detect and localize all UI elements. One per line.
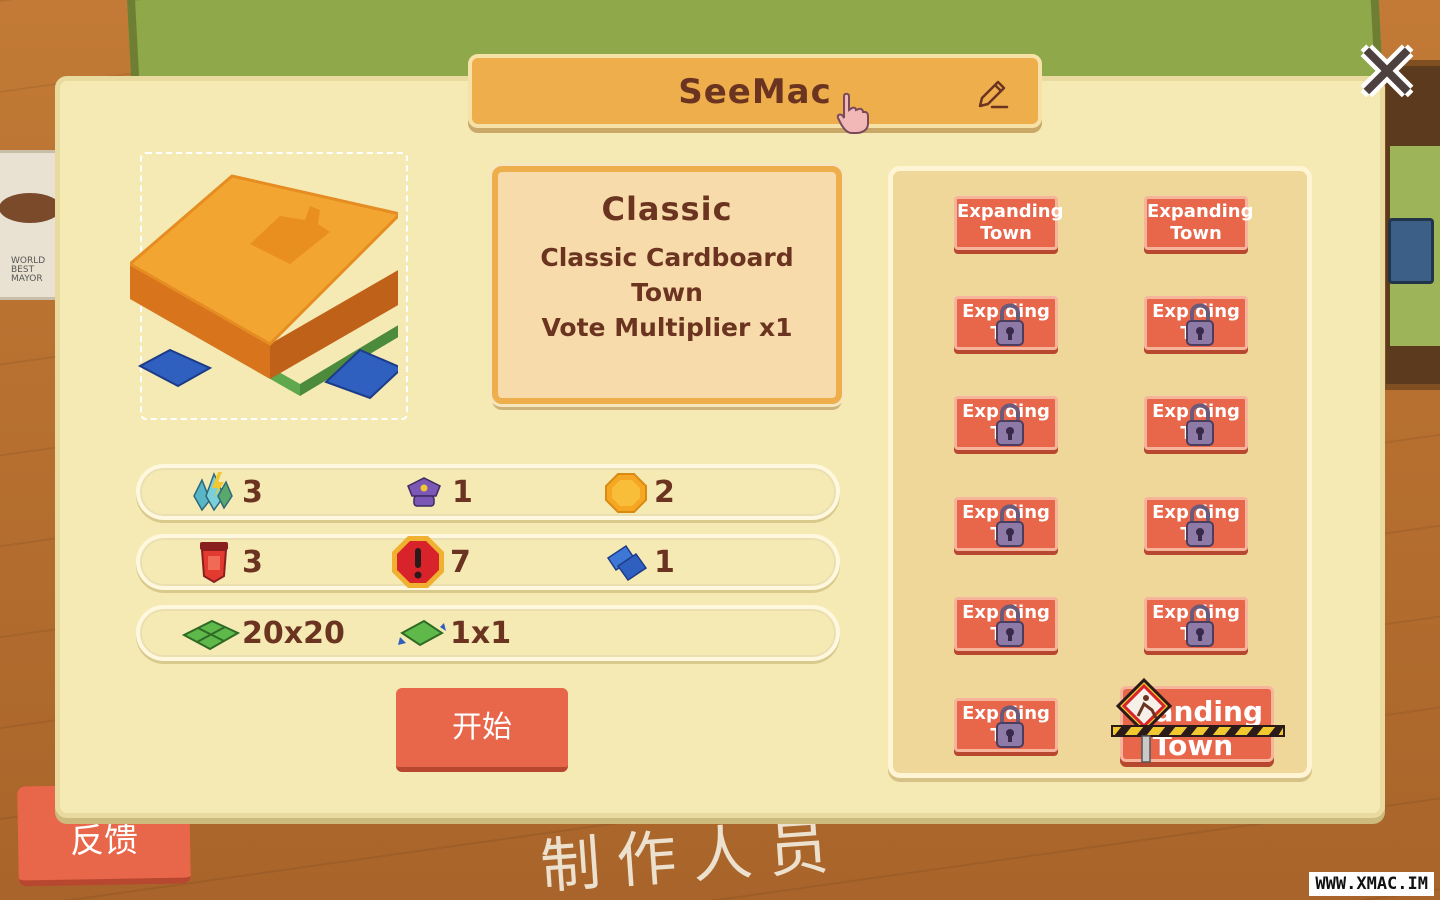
stat-warning: 7 [388,536,471,588]
stats-row-3: 20x20 1x1 [136,605,840,661]
stat-crystal: 3 [188,468,263,516]
house-model [1388,218,1434,284]
lock-icon [996,303,1024,346]
stat-banner: 3 [188,538,263,586]
red-banner-icon [200,542,228,584]
start-button[interactable]: 开始 [396,688,568,772]
stat-coin-value: 2 [654,474,675,510]
stat-police-value: 1 [452,474,473,510]
town-tile-2[interactable]: Expanding Town [1144,196,1254,250]
town-tile-locked-8[interactable]: Exp ding T n [1144,497,1248,551]
coin-icon [605,473,647,513]
stat-land-size-value: 20x20 [242,615,345,651]
lock-icon [1186,403,1214,446]
player-name-bar[interactable]: SeeMac [468,54,1042,128]
town-info-card: Classic Classic Cardboard Town Vote Mult… [492,166,842,404]
stat-crystal-value: 3 [242,474,263,510]
town-tile-locked-5[interactable]: Exp ding T n [954,396,1058,450]
town-tile-sub-1: Town [980,223,1032,244]
town-tile-locked-10[interactable]: Exp ding T n [1144,597,1248,651]
town-description-line-3: Vote Multiplier x1 [541,313,793,342]
stat-blueprint: 1 [600,538,675,586]
town-description-line-1: Classic Cardboard [540,243,794,272]
cardboard-box-illustration [130,174,398,400]
crystal-icon [193,472,233,512]
stat-blueprint-value: 1 [654,544,675,580]
stat-plot-size: 1x1 [396,609,511,657]
town-tile-1[interactable]: Expanding Town [954,196,1064,250]
close-button[interactable]: ✕ [1352,33,1422,113]
lock-icon [996,403,1024,446]
town-tile-locked-9[interactable]: Exp ding T n [954,597,1058,651]
warning-icon [392,536,444,588]
stats-row-2: 3 7 1 [136,534,840,590]
stat-warning-value: 7 [450,544,471,580]
town-tile-label-2: Expanding [1147,201,1254,222]
police-hat-icon [407,477,441,507]
stat-police: 1 [398,468,473,516]
stat-coin: 2 [600,468,675,516]
lock-icon [996,705,1024,748]
town-description-line-2: Town [631,278,703,307]
land-grid-icon [181,619,240,651]
stat-banner-value: 3 [242,544,263,580]
town-tile-locked-4[interactable]: Exp ding T n [1144,296,1248,350]
blueprint-icon [606,544,648,582]
town-tile-locked-11[interactable]: Exp ding T n [954,698,1058,752]
player-name: SeeMac [678,72,832,112]
watermark: WWW.XMAC.IM [1309,872,1434,896]
plot-icon [398,619,446,647]
town-tile-sub-2: Town [1170,223,1222,244]
stats-row-1: 3 1 2 [136,464,840,520]
mug-coffee [0,193,61,223]
pencil-icon[interactable] [974,76,1010,112]
stat-land-size: 20x20 [180,609,345,657]
lock-icon [1186,303,1214,346]
town-name: Classic [601,190,733,228]
hand-cursor-icon [836,92,869,134]
lock-icon [1186,504,1214,547]
town-tile-locked-3[interactable]: Exp ding T n [954,296,1058,350]
stat-plot-size-value: 1x1 [450,615,512,651]
lock-icon [996,604,1024,647]
lock-icon [996,504,1024,547]
construction-sign-icon [1111,677,1285,763]
town-tile-label-1: Expanding [957,201,1064,222]
town-tile-locked-7[interactable]: Exp ding T n [954,497,1058,551]
town-preview-frame [130,152,408,420]
lock-icon [1186,604,1214,647]
town-tile-locked-6[interactable]: Exp ding T n [1144,396,1248,450]
